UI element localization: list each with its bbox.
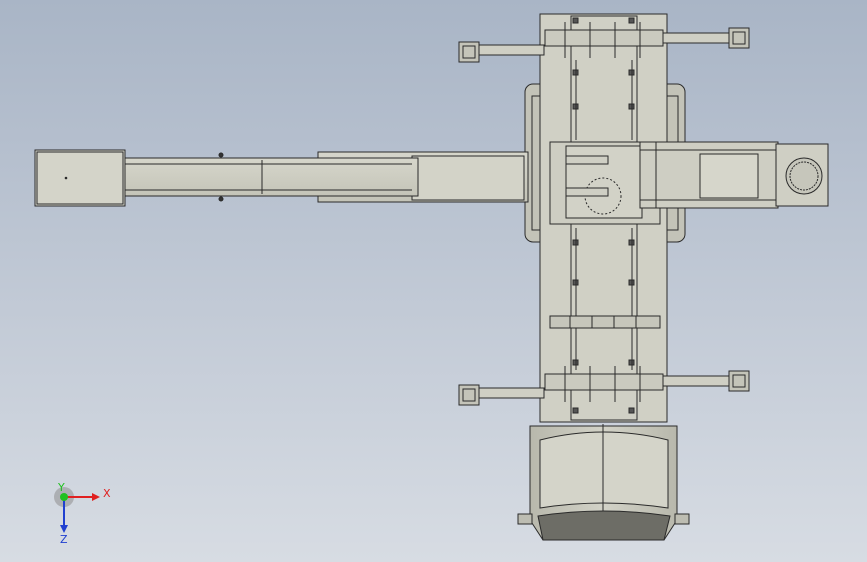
cad-viewport[interactable]: X Y Z bbox=[0, 0, 867, 562]
z-arrow-head-icon bbox=[60, 525, 68, 533]
y-axis-label: Y bbox=[57, 481, 65, 494]
cab[interactable] bbox=[517, 424, 690, 541]
x-arrow-head-icon bbox=[92, 493, 100, 501]
boom-head[interactable] bbox=[34, 149, 126, 207]
view-triad[interactable]: X Y Z bbox=[54, 481, 111, 546]
winch-drum[interactable] bbox=[775, 143, 829, 207]
telescopic-boom[interactable] bbox=[121, 151, 529, 203]
x-axis-label: X bbox=[103, 487, 111, 500]
jib-frame bbox=[639, 141, 779, 209]
y-axis-dot-icon bbox=[60, 493, 68, 501]
model-canvas[interactable]: X Y Z bbox=[0, 0, 867, 562]
outrigger-bottom-left[interactable] bbox=[458, 384, 480, 406]
outrigger-bottom-right[interactable] bbox=[728, 370, 750, 392]
outrigger-top-left[interactable] bbox=[458, 41, 480, 63]
outrigger-top-right[interactable] bbox=[728, 27, 750, 49]
z-axis-label: Z bbox=[60, 533, 68, 546]
